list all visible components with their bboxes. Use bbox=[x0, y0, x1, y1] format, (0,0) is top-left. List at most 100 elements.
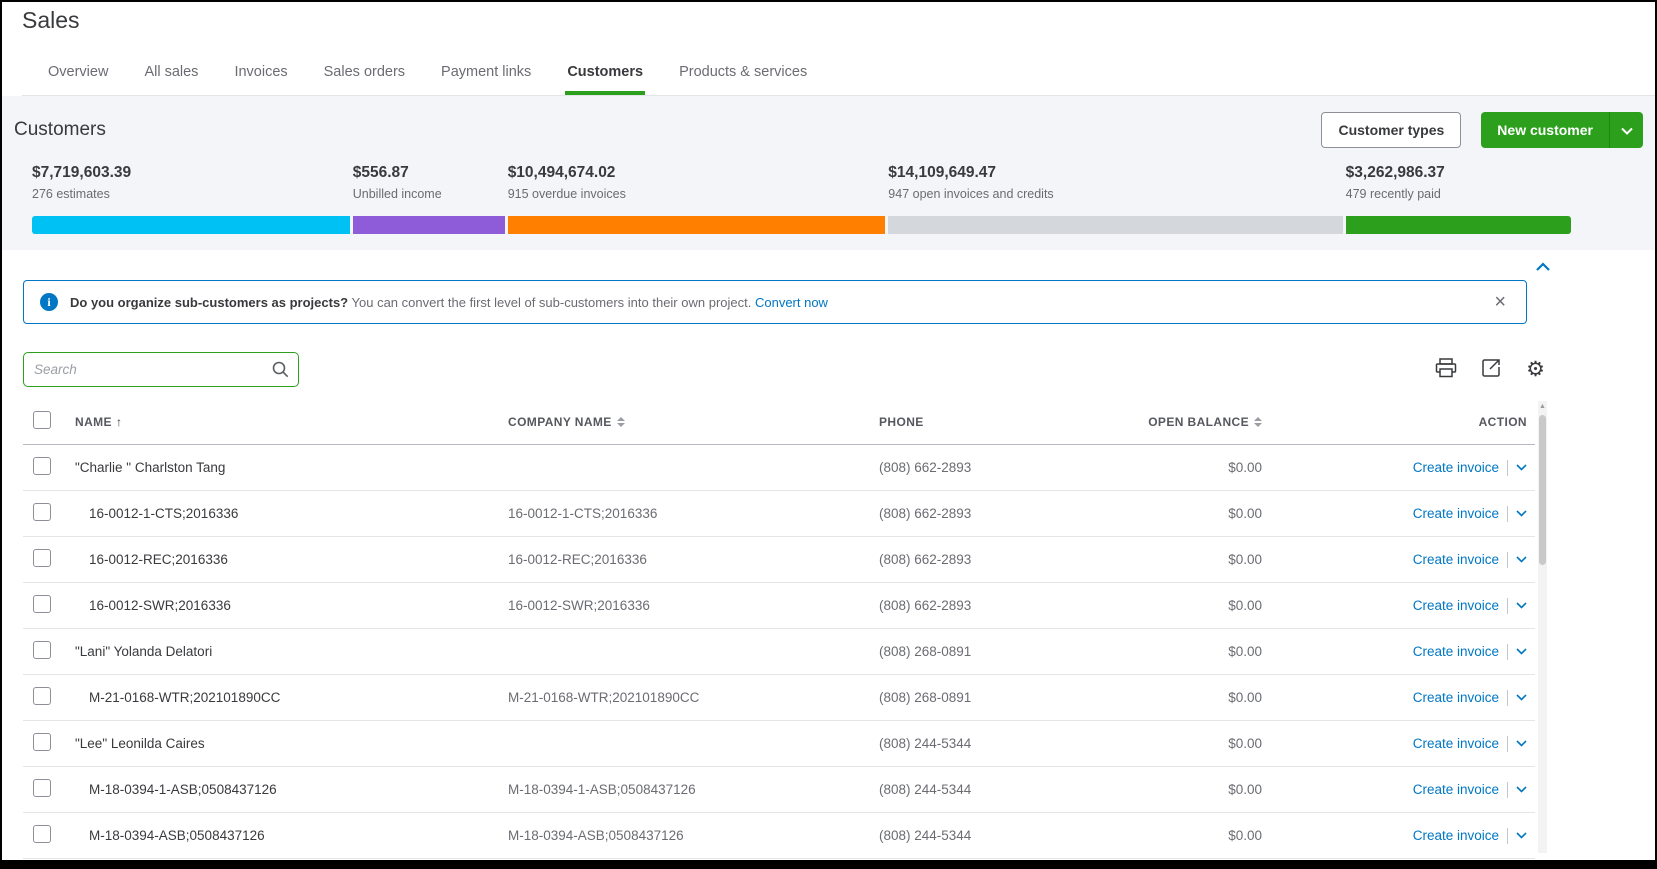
row-action: Create invoice bbox=[1413, 735, 1527, 752]
action-divider bbox=[1507, 689, 1508, 706]
create-invoice-link[interactable]: Create invoice bbox=[1413, 644, 1499, 659]
action-dropdown-chevron[interactable] bbox=[1516, 464, 1527, 471]
column-header-phone: PHONE bbox=[871, 397, 1118, 445]
action-dropdown-chevron[interactable] bbox=[1516, 740, 1527, 747]
action-divider bbox=[1507, 827, 1508, 844]
open-balance-value: $0.00 bbox=[1118, 536, 1270, 583]
create-invoice-link[interactable]: Create invoice bbox=[1413, 460, 1499, 475]
create-invoice-link[interactable]: Create invoice bbox=[1413, 598, 1499, 613]
money-bar-segment[interactable] bbox=[507, 216, 886, 234]
money-bar-segment[interactable] bbox=[1345, 216, 1572, 234]
money-bar-segment[interactable] bbox=[32, 216, 350, 234]
column-header-action: ACTION bbox=[1270, 397, 1535, 445]
select-all-checkbox[interactable] bbox=[33, 411, 51, 429]
table-row: "Lani" Yolanda Delatori (808) 268-0891 $… bbox=[23, 628, 1535, 675]
create-invoice-link[interactable]: Create invoice bbox=[1413, 552, 1499, 567]
customers-table-body: "Charlie " Charlston Tang (808) 662-2893… bbox=[23, 444, 1535, 859]
table-row: M-21-0168-WTR;202101890CC M-21-0168-WTR;… bbox=[23, 674, 1535, 721]
customer-name[interactable]: "Lee" Leonilda Caires bbox=[75, 736, 205, 751]
customer-name[interactable]: M-18-0394-1-ASB;0508437126 bbox=[75, 782, 277, 797]
stat-amount: $14,109,649.47 bbox=[888, 164, 997, 181]
action-divider bbox=[1507, 781, 1508, 798]
column-header-company[interactable]: COMPANY NAME bbox=[500, 397, 871, 445]
customer-name[interactable]: "Charlie " Charlston Tang bbox=[75, 460, 225, 475]
column-label-open-balance: OPEN BALANCE bbox=[1148, 414, 1249, 429]
table-row: 16-0012-REC;2016336 16-0012-REC;2016336 … bbox=[23, 536, 1535, 583]
money-bar-segment[interactable] bbox=[352, 216, 505, 234]
table-row: M-18-0394-1-ASB;0508437126 M-18-0394-1-A… bbox=[23, 766, 1535, 813]
row-checkbox[interactable] bbox=[33, 641, 51, 659]
row-checkbox[interactable] bbox=[33, 825, 51, 843]
company-name bbox=[500, 720, 871, 767]
customer-name[interactable]: M-21-0168-WTR;202101890CC bbox=[75, 690, 280, 705]
open-balance-value: $0.00 bbox=[1118, 720, 1270, 767]
row-checkbox[interactable] bbox=[33, 595, 51, 613]
row-checkbox[interactable] bbox=[33, 549, 51, 567]
create-invoice-link[interactable]: Create invoice bbox=[1413, 782, 1499, 797]
tab-payment-links[interactable]: Payment links bbox=[439, 58, 533, 95]
action-dropdown-chevron[interactable] bbox=[1516, 556, 1527, 563]
customer-name[interactable]: "Lani" Yolanda Delatori bbox=[75, 644, 212, 659]
scrollbar-thumb[interactable] bbox=[1539, 415, 1546, 565]
sort-icon bbox=[1254, 417, 1262, 428]
create-invoice-link[interactable]: Create invoice bbox=[1413, 736, 1499, 751]
money-bar-stats: $7,719,603.39 276 estimates $556.87 Unbille… bbox=[32, 164, 1567, 201]
tab-sales-orders[interactable]: Sales orders bbox=[322, 58, 407, 95]
column-label-name: NAME bbox=[75, 414, 112, 429]
action-dropdown-chevron[interactable] bbox=[1516, 510, 1527, 517]
row-checkbox[interactable] bbox=[33, 503, 51, 521]
create-invoice-link[interactable]: Create invoice bbox=[1413, 828, 1499, 843]
scrollbar-up-arrow[interactable]: ▲ bbox=[1538, 401, 1547, 410]
customer-name[interactable]: 16-0012-SWR;2016336 bbox=[75, 598, 231, 613]
banner-close-button[interactable]: × bbox=[1490, 292, 1510, 312]
column-label-action: ACTION bbox=[1478, 414, 1527, 429]
customer-name[interactable]: 16-0012-REC;2016336 bbox=[75, 552, 228, 567]
convert-now-link[interactable]: Convert now bbox=[755, 295, 828, 310]
open-balance-value: $0.00 bbox=[1118, 674, 1270, 721]
column-header-open-balance[interactable]: OPEN BALANCE bbox=[1118, 397, 1270, 445]
customer-name[interactable]: 16-0012-1-CTS;2016336 bbox=[75, 506, 238, 521]
header-actions: Customer types New customer bbox=[1321, 112, 1643, 148]
tab-customers[interactable]: Customers bbox=[565, 58, 646, 95]
row-checkbox[interactable] bbox=[33, 779, 51, 797]
create-invoice-link[interactable]: Create invoice bbox=[1413, 506, 1499, 521]
table-row: M-18-0394-ASB;0508437126 M-18-0394-ASB;0… bbox=[23, 812, 1535, 859]
row-action: Create invoice bbox=[1413, 551, 1527, 568]
money-bar-stat: $14,109,649.47 947 open invoices and cred… bbox=[888, 164, 1342, 201]
open-balance-value: $0.00 bbox=[1118, 812, 1270, 859]
customer-types-button[interactable]: Customer types bbox=[1321, 112, 1462, 148]
sort-ascending-icon: ↑ bbox=[115, 414, 123, 429]
action-dropdown-chevron[interactable] bbox=[1516, 602, 1527, 609]
new-customer-dropdown-button[interactable] bbox=[1609, 112, 1643, 148]
row-checkbox[interactable] bbox=[33, 457, 51, 475]
money-bar-segment[interactable] bbox=[888, 216, 1343, 234]
banner-body-text: You can convert the first level of sub-c… bbox=[351, 294, 752, 310]
customer-name[interactable]: M-18-0394-ASB;0508437126 bbox=[75, 828, 265, 843]
tab-products-services[interactable]: Products & services bbox=[677, 58, 809, 95]
vertical-scrollbar[interactable]: ▲ bbox=[1538, 401, 1547, 853]
tab-overview[interactable]: Overview bbox=[46, 58, 110, 95]
settings-button[interactable]: ⚙ bbox=[1526, 359, 1545, 380]
row-action: Create invoice bbox=[1413, 689, 1527, 706]
company-name: M-21-0168-WTR;202101890CC bbox=[500, 674, 871, 721]
action-dropdown-chevron[interactable] bbox=[1516, 832, 1527, 839]
print-button[interactable] bbox=[1435, 358, 1457, 381]
table-toolbar: ⚙ bbox=[23, 352, 1545, 387]
action-dropdown-chevron[interactable] bbox=[1516, 648, 1527, 655]
search-icon bbox=[271, 360, 290, 384]
column-header-name[interactable]: NAME ↑ bbox=[67, 397, 500, 445]
new-customer-button[interactable]: New customer bbox=[1481, 112, 1609, 148]
stat-label: 276 estimates bbox=[32, 187, 110, 201]
row-checkbox[interactable] bbox=[33, 687, 51, 705]
row-checkbox[interactable] bbox=[33, 733, 51, 751]
tab-all-sales[interactable]: All sales bbox=[142, 58, 200, 95]
tab-invoices[interactable]: Invoices bbox=[232, 58, 289, 95]
money-bar-stat: $3,262,986.37 479 recently paid bbox=[1346, 164, 1572, 201]
create-invoice-link[interactable]: Create invoice bbox=[1413, 690, 1499, 705]
search-input[interactable] bbox=[23, 352, 299, 387]
collapse-money-bar-chevron[interactable] bbox=[1535, 262, 1551, 272]
action-dropdown-chevron[interactable] bbox=[1516, 786, 1527, 793]
action-dropdown-chevron[interactable] bbox=[1516, 694, 1527, 701]
stat-label: 947 open invoices and credits bbox=[888, 187, 1054, 201]
export-button[interactable] bbox=[1481, 358, 1502, 381]
